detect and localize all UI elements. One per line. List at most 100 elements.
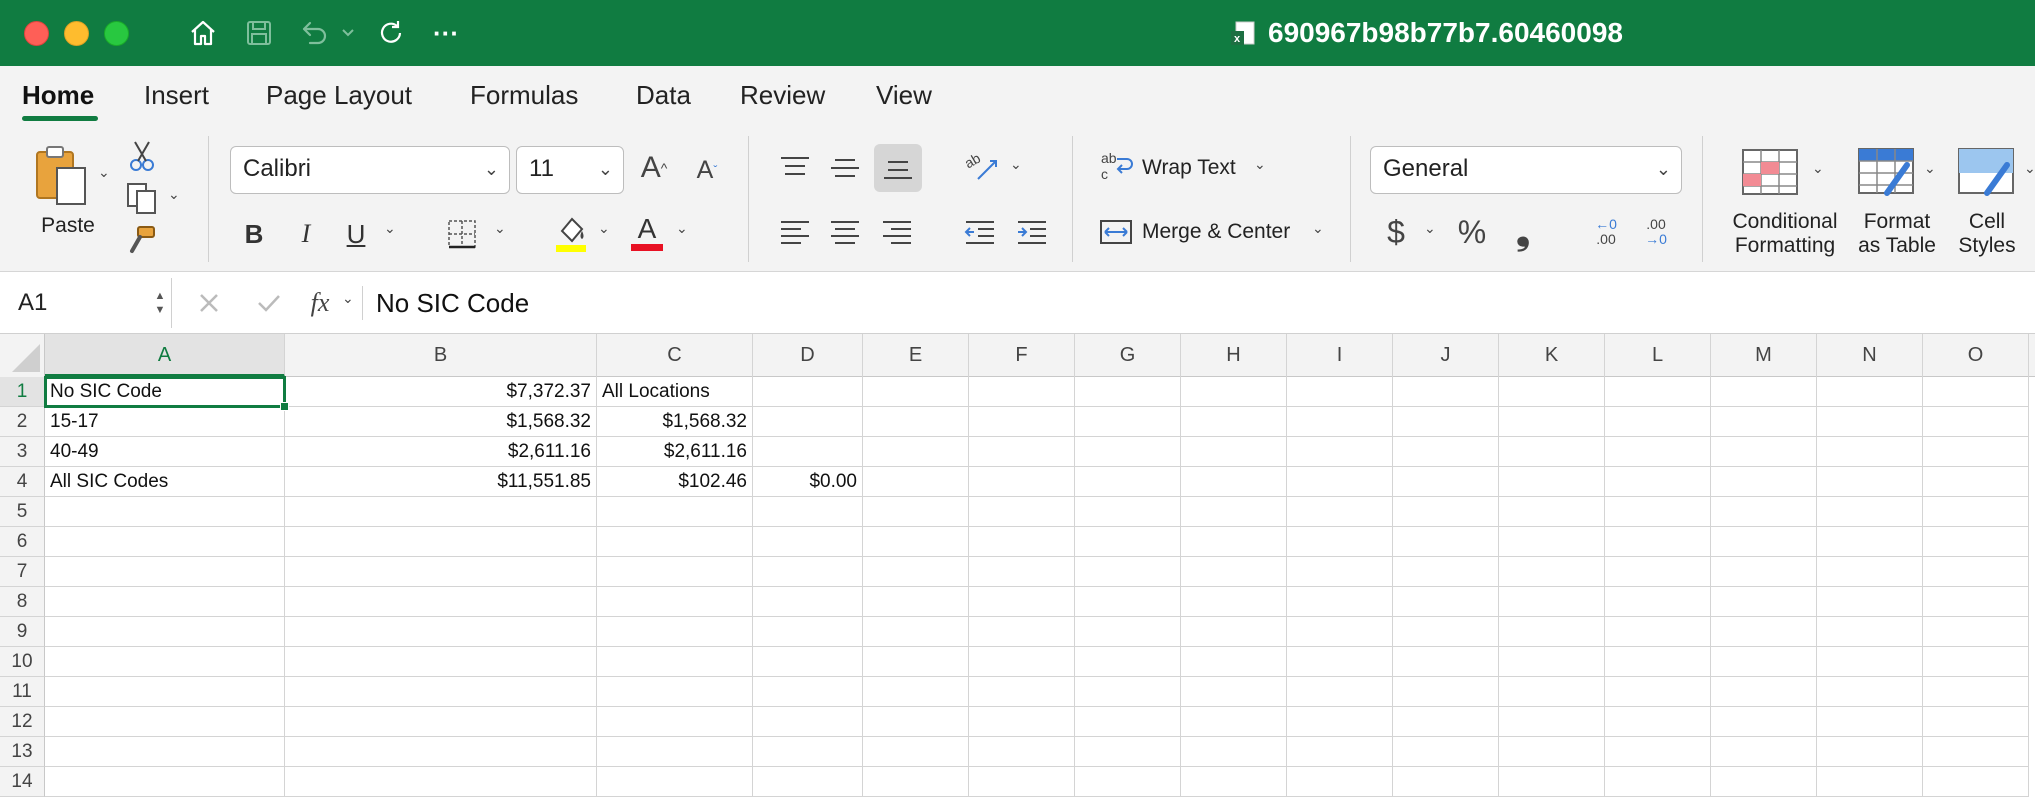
underline-button[interactable]: U [340, 212, 372, 256]
cell-i4[interactable] [1287, 467, 1393, 497]
cell-e5[interactable] [863, 497, 969, 527]
cell-d12[interactable] [753, 707, 863, 737]
cell-n6[interactable] [1817, 527, 1923, 557]
cell-h7[interactable] [1181, 557, 1287, 587]
cell-d7[interactable] [753, 557, 863, 587]
cell-l8[interactable] [1605, 587, 1711, 617]
cell-l13[interactable] [1605, 737, 1711, 767]
row-header-4[interactable]: 4 [0, 467, 45, 497]
cell-b4[interactable]: $11,551.85 [285, 467, 597, 497]
cell-j13[interactable] [1393, 737, 1499, 767]
cell-o10[interactable] [1923, 647, 2029, 677]
font-size-select[interactable]: 11 ⌄ [516, 146, 624, 194]
cell-g1[interactable] [1075, 377, 1181, 407]
cell-f9[interactable] [969, 617, 1075, 647]
cell-f3[interactable] [969, 437, 1075, 467]
cell-n2[interactable] [1817, 407, 1923, 437]
cell-e4[interactable] [863, 467, 969, 497]
percent-format-button[interactable]: % [1452, 210, 1492, 254]
italic-button[interactable]: I [290, 212, 322, 256]
cell-d1[interactable] [753, 377, 863, 407]
cell-j12[interactable] [1393, 707, 1499, 737]
cell-a5[interactable] [45, 497, 285, 527]
conditional-formatting-chevron-icon[interactable]: ⌄ [1812, 160, 1824, 177]
cell-i14[interactable] [1287, 767, 1393, 797]
cell-i5[interactable] [1287, 497, 1393, 527]
cell-h1[interactable] [1181, 377, 1287, 407]
font-color-icon[interactable]: A [628, 210, 666, 254]
cell-o13[interactable] [1923, 737, 2029, 767]
tab-view[interactable]: View [876, 80, 932, 111]
cell-e6[interactable] [863, 527, 969, 557]
align-top-icon[interactable] [776, 148, 814, 188]
cell-n12[interactable] [1817, 707, 1923, 737]
cell-j2[interactable] [1393, 407, 1499, 437]
cell-c8[interactable] [597, 587, 753, 617]
cell-h8[interactable] [1181, 587, 1287, 617]
currency-format-button[interactable]: $ [1380, 210, 1412, 254]
cell-l11[interactable] [1605, 677, 1711, 707]
cell-o2[interactable] [1923, 407, 2029, 437]
wrap-text-icon[interactable]: ab c [1096, 146, 1136, 186]
cell-l6[interactable] [1605, 527, 1711, 557]
decrease-font-size-button[interactable]: Aˇ [688, 150, 726, 190]
cell-n13[interactable] [1817, 737, 1923, 767]
cell-h13[interactable] [1181, 737, 1287, 767]
cell-j7[interactable] [1393, 557, 1499, 587]
cancel-entry-icon[interactable] [192, 282, 226, 324]
cut-icon[interactable] [124, 138, 160, 174]
redo-icon[interactable] [374, 16, 408, 50]
cell-styles-button[interactable]: Cell Styles [1952, 210, 2022, 258]
cell-o14[interactable] [1923, 767, 2029, 797]
column-header-f[interactable]: F [969, 334, 1075, 377]
cell-g12[interactable] [1075, 707, 1181, 737]
tab-data[interactable]: Data [636, 80, 691, 111]
select-all-corner[interactable] [0, 334, 45, 377]
cell-c14[interactable] [597, 767, 753, 797]
cell-c4[interactable]: $102.46 [597, 467, 753, 497]
cell-f4[interactable] [969, 467, 1075, 497]
cell-i3[interactable] [1287, 437, 1393, 467]
cell-a14[interactable] [45, 767, 285, 797]
cell-e11[interactable] [863, 677, 969, 707]
cell-e13[interactable] [863, 737, 969, 767]
cell-d10[interactable] [753, 647, 863, 677]
cell-n8[interactable] [1817, 587, 1923, 617]
cell-n11[interactable] [1817, 677, 1923, 707]
cell-f5[interactable] [969, 497, 1075, 527]
cell-e3[interactable] [863, 437, 969, 467]
undo-icon[interactable] [296, 16, 332, 50]
cell-a2[interactable]: 15-17 [45, 407, 285, 437]
cell-f1[interactable] [969, 377, 1075, 407]
row-header-6[interactable]: 6 [0, 527, 45, 557]
cell-j5[interactable] [1393, 497, 1499, 527]
cell-d6[interactable] [753, 527, 863, 557]
cell-n3[interactable] [1817, 437, 1923, 467]
cell-g13[interactable] [1075, 737, 1181, 767]
comma-format-button[interactable]: ❟ [1506, 210, 1540, 254]
cell-m3[interactable] [1711, 437, 1817, 467]
cell-j11[interactable] [1393, 677, 1499, 707]
cell-i6[interactable] [1287, 527, 1393, 557]
cell-k10[interactable] [1499, 647, 1605, 677]
minimize-window-button[interactable] [64, 21, 89, 46]
cell-k6[interactable] [1499, 527, 1605, 557]
cell-h12[interactable] [1181, 707, 1287, 737]
cell-k13[interactable] [1499, 737, 1605, 767]
cell-a4[interactable]: All SIC Codes [45, 467, 285, 497]
cell-m9[interactable] [1711, 617, 1817, 647]
more-icon[interactable]: ··· [428, 16, 464, 50]
font-color-dropdown-chevron-icon[interactable]: ⌄ [676, 220, 688, 237]
cell-b13[interactable] [285, 737, 597, 767]
cell-f8[interactable] [969, 587, 1075, 617]
decrease-indent-icon[interactable] [960, 212, 1000, 252]
cell-h9[interactable] [1181, 617, 1287, 647]
cell-m7[interactable] [1711, 557, 1817, 587]
cell-e1[interactable] [863, 377, 969, 407]
cell-n4[interactable] [1817, 467, 1923, 497]
cell-b10[interactable] [285, 647, 597, 677]
paste-icon[interactable] [28, 142, 94, 212]
borders-icon[interactable] [444, 216, 480, 252]
cell-j1[interactable] [1393, 377, 1499, 407]
wrap-text-button[interactable]: Wrap Text [1142, 156, 1236, 180]
